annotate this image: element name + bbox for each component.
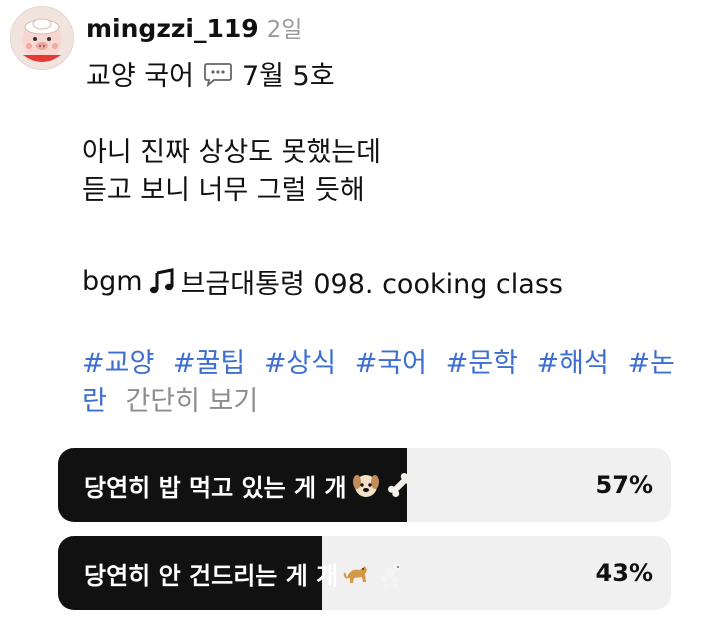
poll-label-text: 당연히 안 건드리는 게 개 [84, 561, 339, 590]
hashtag-2[interactable]: #꿀팁 [173, 348, 245, 379]
hashtags: #교양 #꿀팁 #상식 #국어 #문학 #해석 #논란 간단히 보기 [82, 345, 692, 421]
poll-label-text: 당연히 밥 먹고 있는 게 개 [84, 473, 347, 502]
hashtag-1[interactable]: #교양 [82, 348, 154, 379]
pig-avatar-icon [22, 18, 62, 62]
dog-face-icon [351, 470, 381, 500]
poll-option-2[interactable]: 당연히 안 건드리는 게 개 43% [58, 536, 671, 610]
bgm-text: 브금대통령 098. cooking class [180, 269, 563, 300]
body-line-2: 듣고 보니 너무 그럴 듯해 [82, 175, 365, 206]
poll-option-label: 당연히 안 건드리는 게 개 [84, 536, 406, 610]
hashtag-4[interactable]: #국어 [355, 348, 427, 379]
speech-bubble-icon [202, 60, 234, 88]
hashtag-6[interactable]: #해석 [537, 348, 609, 379]
user-line: mingzzi_119 2일 [86, 10, 335, 44]
header-text: mingzzi_119 2일 교양 국어 7월 5호 [86, 6, 335, 93]
bone-icon [385, 470, 415, 500]
bgm-prefix: bgm [82, 266, 143, 297]
subtitle-part-2: 7월 5호 [241, 61, 335, 92]
dog-icon [342, 558, 372, 588]
show-less-link[interactable]: 간단히 보기 [125, 386, 258, 417]
post-subtitle: 교양 국어 7월 5호 [86, 54, 335, 93]
poll-option-label: 당연히 밥 먹고 있는 게 개 [84, 448, 415, 522]
poodle-icon [376, 558, 406, 588]
hashtag-3[interactable]: #상식 [264, 348, 336, 379]
post-header: mingzzi_119 2일 교양 국어 7월 5호 [10, 6, 335, 93]
subtitle-part-1: 교양 국어 [86, 61, 194, 92]
hashtag-5[interactable]: #문학 [446, 348, 518, 379]
music-note-icon [147, 267, 177, 297]
poll-percent: 43% [595, 559, 653, 587]
bgm-line: bgm 브금대통령 098. cooking class [82, 262, 563, 301]
post-body: 아니 진짜 상상도 못했는데 듣고 보니 너무 그럴 듯해 [82, 134, 381, 210]
username[interactable]: mingzzi_119 [86, 14, 259, 43]
avatar[interactable] [10, 6, 74, 70]
body-line-1: 아니 진짜 상상도 못했는데 [82, 137, 381, 168]
post-card: mingzzi_119 2일 교양 국어 7월 5호 아니 진짜 상상도 못했는… [0, 0, 719, 624]
poll-percent: 57% [595, 471, 653, 499]
post-time: 2일 [266, 17, 303, 43]
poll-option-1[interactable]: 당연히 밥 먹고 있는 게 개 57% [58, 448, 671, 522]
